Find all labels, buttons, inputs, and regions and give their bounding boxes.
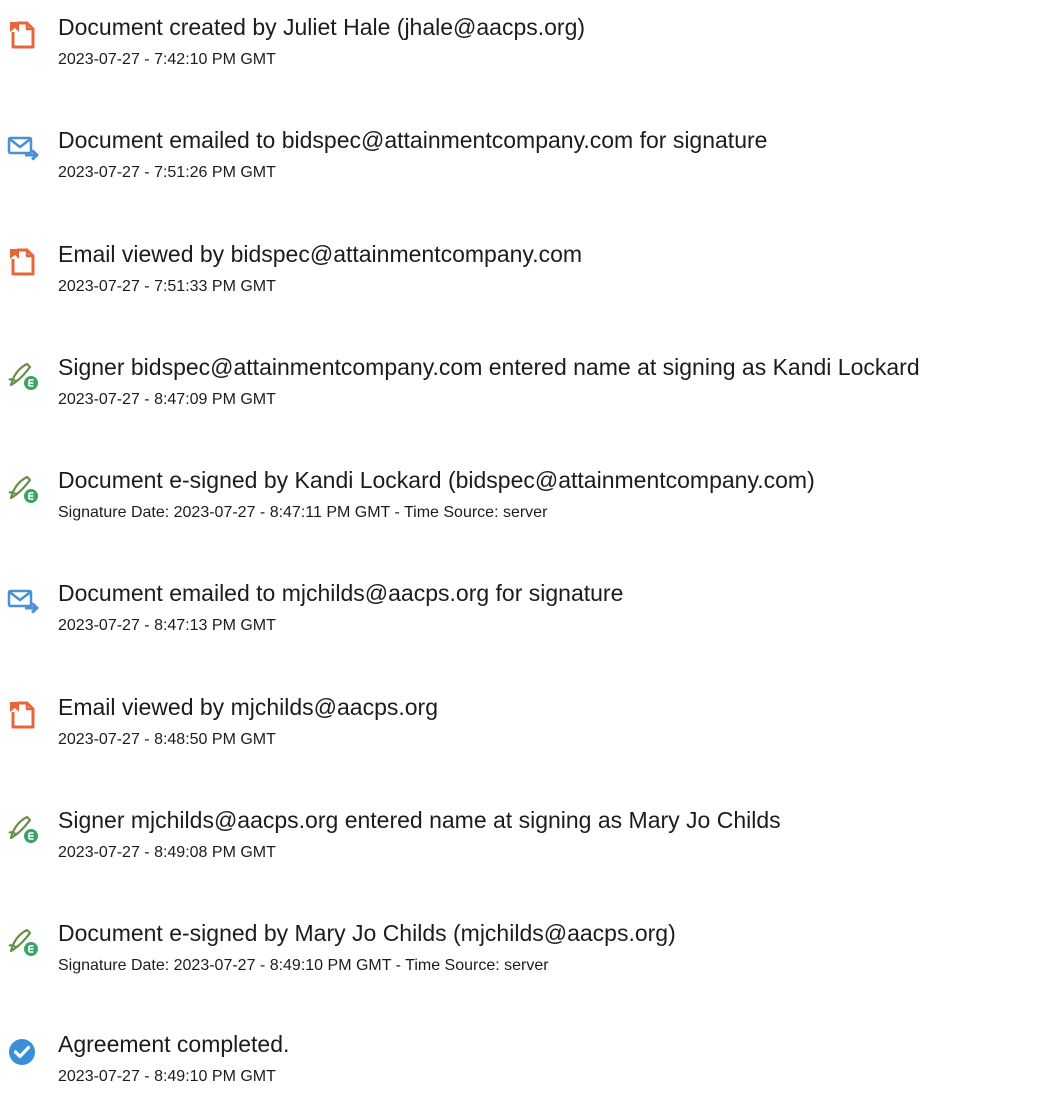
- audit-event: Agreement completed. 2023-07-27 - 8:49:1…: [0, 1017, 1058, 1107]
- event-title: Document emailed to mjchilds@aacps.org f…: [58, 580, 624, 606]
- event-timestamp: 2023-07-27 - 7:51:33 PM GMT: [58, 278, 276, 295]
- signature-pen-icon: [6, 811, 40, 845]
- check-circle-icon: [6, 1035, 40, 1069]
- event-timestamp: 2023-07-27 - 8:47:09 PM GMT: [58, 391, 276, 408]
- signature-pen-icon: [6, 924, 40, 958]
- audit-event: Document emailed to bidspec@attainmentco…: [0, 113, 1058, 203]
- event-title: Document created by Juliet Hale (jhale@a…: [58, 14, 586, 40]
- email-sent-icon: [6, 131, 40, 165]
- signature-pen-icon: [6, 471, 40, 505]
- event-title: Signer bidspec@attainmentcompany.com ent…: [58, 354, 920, 380]
- event-timestamp: 2023-07-27 - 8:47:13 PM GMT: [58, 617, 276, 634]
- event-title: Signer mjchilds@aacps.org entered name a…: [58, 807, 781, 833]
- event-timestamp: 2023-07-27 - 7:42:10 PM GMT: [58, 51, 276, 68]
- audit-event: Document created by Juliet Hale (jhale@a…: [0, 0, 1058, 90]
- event-title: Document e-signed by Kandi Lockard (bids…: [58, 467, 815, 493]
- event-timestamp: 2023-07-27 - 7:51:26 PM GMT: [58, 164, 276, 181]
- event-title: Document emailed to bidspec@attainmentco…: [58, 127, 768, 153]
- document-viewed-icon: [6, 698, 40, 732]
- event-title: Email viewed by mjchilds@aacps.org: [58, 694, 438, 720]
- event-title: Agreement completed.: [58, 1031, 290, 1057]
- event-signature-date: Signature Date: 2023-07-27 - 8:47:11 PM …: [58, 504, 548, 521]
- signature-pen-icon: [6, 358, 40, 392]
- document-viewed-icon: [6, 245, 40, 279]
- audit-event: Document e-signed by Kandi Lockard (bids…: [0, 453, 1058, 543]
- document-created-icon: [6, 18, 40, 52]
- event-title: Document e-signed by Mary Jo Childs (mjc…: [58, 920, 676, 946]
- audit-event: Document e-signed by Mary Jo Childs (mjc…: [0, 906, 1058, 996]
- event-timestamp: 2023-07-27 - 8:48:50 PM GMT: [58, 731, 276, 748]
- audit-event: Signer mjchilds@aacps.org entered name a…: [0, 793, 1058, 883]
- audit-event: Document emailed to mjchilds@aacps.org f…: [0, 566, 1058, 656]
- event-timestamp: 2023-07-27 - 8:49:08 PM GMT: [58, 844, 276, 861]
- email-sent-icon: [6, 584, 40, 618]
- event-signature-date: Signature Date: 2023-07-27 - 8:49:10 PM …: [58, 957, 549, 974]
- audit-event: Email viewed by bidspec@attainmentcompan…: [0, 227, 1058, 317]
- audit-event: Signer bidspec@attainmentcompany.com ent…: [0, 340, 1058, 430]
- audit-event: Email viewed by mjchilds@aacps.org 2023-…: [0, 680, 1058, 770]
- event-timestamp: 2023-07-27 - 8:49:10 PM GMT: [58, 1068, 276, 1085]
- event-title: Email viewed by bidspec@attainmentcompan…: [58, 241, 583, 267]
